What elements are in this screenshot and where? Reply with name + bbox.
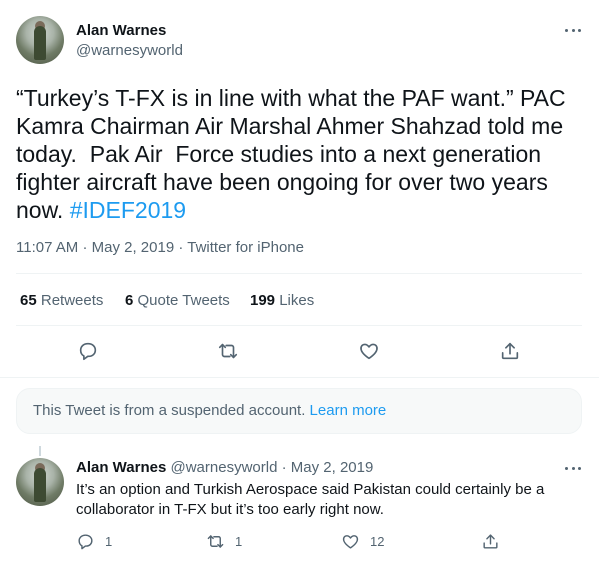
author-avatar[interactable] [16, 16, 64, 64]
tweet-time[interactable]: 11:07 AM [16, 239, 78, 256]
quotes-count: 6 [125, 292, 134, 309]
like-icon[interactable] [358, 340, 380, 362]
reply-author-handle[interactable]: @warnesyworld [170, 459, 277, 476]
likes-count: 199 [250, 292, 276, 309]
reply-retweet-action[interactable]: 1 [206, 532, 242, 551]
thread-line [39, 446, 41, 456]
reply-author-name[interactable]: Alan Warnes [76, 459, 166, 476]
hashtag-link[interactable]: #IDEF2019 [70, 197, 186, 223]
reply-like-action[interactable]: 12 [341, 532, 384, 551]
reply-icon[interactable] [77, 340, 99, 362]
divider [16, 325, 582, 326]
reply-date[interactable]: May 2, 2019 [291, 459, 374, 476]
retweet-icon [207, 535, 224, 548]
quotes-label: Quote Tweets [137, 292, 230, 309]
share-icon [483, 534, 498, 549]
more-icon[interactable] [561, 20, 585, 40]
divider [16, 273, 582, 274]
like-icon [342, 535, 359, 549]
tweet-date[interactable]: May 2, 2019 [92, 239, 175, 256]
tweet-source[interactable]: Twitter for iPhone [187, 239, 304, 256]
retweets-count: 65 [20, 292, 37, 309]
likes-label: Likes [279, 292, 315, 309]
reply-reply-count: 1 [105, 534, 113, 549]
reply-avatar[interactable] [16, 458, 64, 506]
reply-header: Alan Warnes @warnesyworld · May 2, 2019 [76, 459, 374, 476]
divider [0, 377, 599, 378]
retweet-icon[interactable] [217, 340, 239, 362]
reply-more-icon[interactable] [561, 458, 585, 478]
tweet-text: “Turkey’s T-FX is in line with what the … [16, 84, 586, 224]
retweets-label: Retweets [40, 292, 104, 309]
share-icon[interactable] [499, 340, 521, 362]
learn-more-link[interactable]: Learn more [310, 402, 387, 419]
reply-retweet-count: 1 [235, 534, 243, 549]
likes-stat[interactable]: 199 Likes [250, 292, 314, 309]
suspended-notice: This Tweet is from a suspended account. … [16, 388, 582, 434]
reply-reply-action[interactable]: 1 [76, 532, 112, 551]
retweets-stat[interactable]: 65 Retweets [20, 292, 103, 309]
reply-share-action[interactable] [481, 532, 500, 551]
tweet-meta: 11:07 AM · May 2, 2019 · Twitter for iPh… [16, 239, 304, 256]
notice-text: This Tweet is from a suspended account. [33, 402, 306, 419]
reply-like-count: 12 [370, 534, 385, 549]
quotes-stat[interactable]: 6 Quote Tweets [125, 292, 230, 309]
reply-text: It’s an option and Turkish Aerospace sai… [76, 481, 545, 518]
author-handle[interactable]: @warnesyworld [76, 42, 183, 59]
reply-icon [78, 534, 93, 550]
author-name[interactable]: Alan Warnes [76, 22, 166, 39]
